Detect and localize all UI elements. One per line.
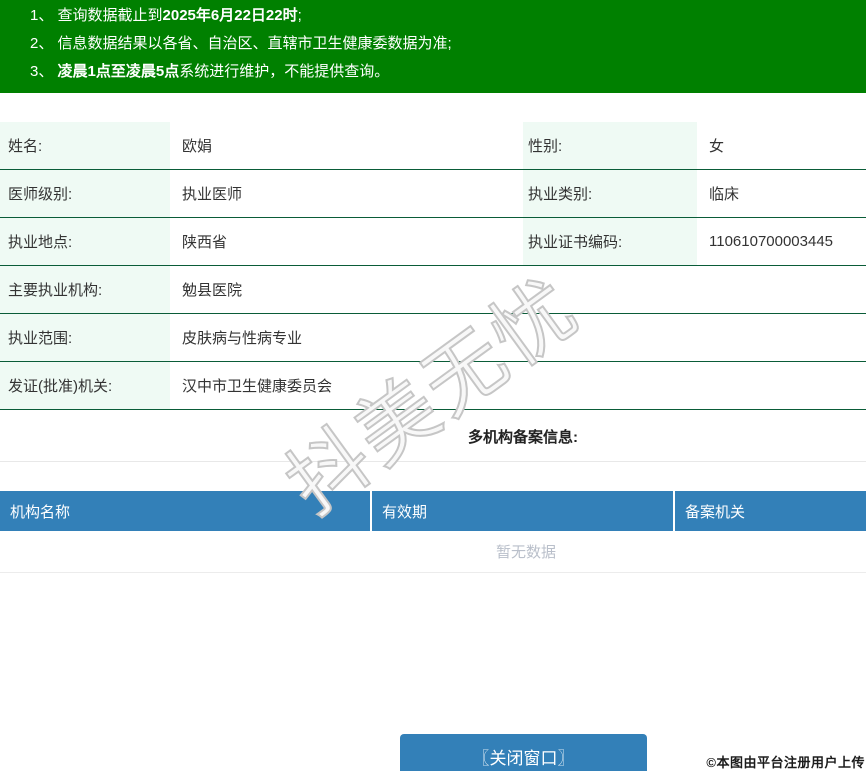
notice-line-1-pre: 1、 查询数据截止到 [30,7,163,24]
field-value-issuing-authority: 汉中市卫生健康委员会 [182,378,333,395]
notice-line-2: 2、 信息数据结果以各省、自治区、直辖市卫生健康委数据为准; [30,30,866,58]
physician-info-table: 姓名: 欧娟 性别: 女 医师级别: 执业医师 执业类别: 临床 执业地点: 陕… [0,122,866,410]
field-label-issuing-authority: 发证(批准)机关: [0,362,170,409]
table-row-name-gender: 姓名: 欧娟 性别: 女 [0,122,866,170]
copyright-note: ©本图由平台注册用户上传 [706,755,865,770]
field-label-practice-scope: 执业范围: [0,314,170,361]
multi-institution-heading: 多机构备案信息: [0,411,866,462]
table-row-practice-scope: 执业范围: 皮肤病与性病专业 [0,314,866,362]
table-row-main-institution: 主要执业机构: 勉县医院 [0,266,866,314]
notice-banner: 1、 查询数据截止到2025年6月22日22时; 2、 信息数据结果以各省、自治… [0,0,866,93]
table-row-level-category: 医师级别: 执业医师 执业类别: 临床 [0,170,866,218]
column-header-institution-name: 机构名称 [0,491,372,531]
field-label-gender: 性别: [523,122,697,169]
field-value-practice-category: 临床 [709,186,740,203]
empty-data-text: 暂无数据 [0,531,866,573]
registration-table-header: 机构名称 有效期 备案机关 [0,491,866,531]
column-header-validity-period: 有效期 [372,491,675,531]
field-value-name: 欧娟 [182,138,213,155]
notice-line-2-pre: 2、 信息数据结果以各省、自治区、直辖市卫生健康委数据为准; [30,35,452,52]
field-label-practice-location: 执业地点: [0,218,170,265]
field-value-practice-scope: 皮肤病与性病专业 [182,330,303,347]
field-label-physician-level: 医师级别: [0,170,170,217]
notice-line-1-post: ; [297,7,302,24]
table-row-issuing-authority: 发证(批准)机关: 汉中市卫生健康委员会 [0,362,866,410]
notice-line-1-bold: 2025年6月22日22时 [162,7,298,24]
close-window-button[interactable]: 〖关闭窗口〗 [400,734,647,771]
field-label-main-institution: 主要执业机构: [0,266,170,313]
notice-line-3-bold: 凌晨1点至凌晨5点 [57,63,180,80]
field-value-practice-location: 陕西省 [182,234,228,251]
notice-line-1: 1、 查询数据截止到2025年6月22日22时; [30,2,866,30]
field-label-name: 姓名: [0,122,170,169]
field-value-physician-level: 执业医师 [182,186,243,203]
notice-line-3-pre: 3、 [30,63,58,80]
field-value-main-institution: 勉县医院 [182,282,243,299]
field-value-gender: 女 [709,138,725,155]
table-row-location-certificate: 执业地点: 陕西省 执业证书编码: 110610700003445 [0,218,866,266]
field-label-certificate-number: 执业证书编码: [523,218,697,265]
notice-line-3: 3、 凌晨1点至凌晨5点系统进行维护，不能提供查询。 [30,58,866,86]
field-value-certificate-number: 110610700003445 [709,233,834,250]
physician-query-result-page: 1、 查询数据截止到2025年6月22日22时; 2、 信息数据结果以各省、自治… [0,0,866,771]
column-header-filing-authority: 备案机关 [685,503,746,521]
notice-line-3-post: 系统进行维护，不能提供查询。 [179,63,390,80]
field-label-practice-category: 执业类别: [523,170,697,217]
